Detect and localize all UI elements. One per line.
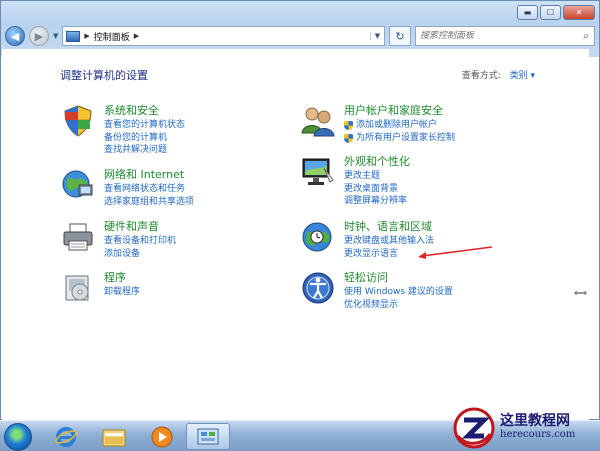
category-network-internet: 网络和 Internet 查看网络状态和任务 选择家庭组和共享选项	[60, 167, 194, 208]
view-by: 查看方式: 类别 ▾	[462, 68, 535, 81]
link-windows-recommended-settings[interactable]: 使用 Windows 建议的设置	[344, 286, 453, 299]
category-system-security: 系统和安全 查看您的计算机状态 备份您的计算机 查找并解决问题	[60, 103, 185, 157]
forward-button[interactable]: ▶	[29, 26, 49, 46]
programs-icon[interactable]	[60, 270, 96, 306]
link-text: 添加或删除用户帐户	[356, 120, 438, 130]
back-button[interactable]: ◀	[5, 26, 25, 46]
watermark: 这里教程网 herecours.com	[452, 405, 600, 451]
category-ease-of-access: 轻松访问 使用 Windows 建议的设置 优化视频显示	[300, 270, 453, 311]
link-change-theme[interactable]: 更改主题	[344, 170, 410, 183]
control-panel-icon	[197, 428, 219, 444]
shield-icon[interactable]	[60, 103, 96, 139]
category-title[interactable]: 网络和 Internet	[104, 167, 194, 182]
accessibility-icon[interactable]	[300, 270, 336, 306]
category-title[interactable]: 轻松访问	[344, 270, 453, 285]
taskbar-ie-button[interactable]	[44, 423, 88, 450]
taskbar-explorer-button[interactable]	[92, 423, 136, 450]
clock-globe-icon[interactable]	[300, 219, 336, 255]
link-view-computer-status[interactable]: 查看您的计算机状态	[104, 119, 185, 132]
control-panel-window: ▬ ☐ ✕ ◀ ▶ ▼ ▶ 控制面板 ▶ ▼ ↻ ⌕ 调整计算机的设置 查看方式…	[0, 0, 600, 420]
address-bar[interactable]: ▶ 控制面板 ▶ ▼	[62, 26, 385, 46]
breadcrumb-separator-icon[interactable]: ▶	[84, 32, 89, 40]
page-title: 调整计算机的设置	[60, 69, 148, 82]
network-globe-icon[interactable]	[60, 167, 96, 203]
link-backup-computer[interactable]: 备份您的计算机	[104, 132, 185, 145]
recent-pages-dropdown[interactable]: ▼	[53, 32, 58, 40]
category-user-accounts: 用户帐户和家庭安全 添加或删除用户帐户 为所有用户设置家长控制	[300, 103, 455, 144]
view-by-dropdown[interactable]: 类别 ▾	[510, 71, 535, 81]
link-find-fix-problems[interactable]: 查找并解决问题	[104, 144, 185, 157]
category-title[interactable]: 用户帐户和家庭安全	[344, 103, 455, 118]
address-dropdown-icon[interactable]: ▼	[370, 32, 384, 40]
search-input[interactable]	[420, 31, 578, 41]
monitor-icon[interactable]	[300, 154, 336, 190]
link-add-remove-accounts[interactable]: 添加或删除用户帐户	[344, 119, 455, 132]
minimize-button[interactable]: ▬	[517, 5, 538, 20]
taskbar-media-player-button[interactable]	[140, 423, 184, 450]
watermark-url: herecours.com	[500, 429, 576, 440]
back-arrow-icon: ◀	[10, 29, 20, 43]
link-view-network-status[interactable]: 查看网络状态和任务	[104, 183, 194, 196]
users-icon[interactable]	[300, 103, 336, 139]
annotation-arrow-icon	[418, 246, 493, 259]
main-content: 调整计算机的设置 查看方式: 类别 ▾ 系统和安全 查看您的计算机状态 备份您的…	[2, 49, 589, 420]
link-devices-printers[interactable]: 查看设备和打印机	[104, 235, 176, 248]
link-text: 为所有用户设置家长控制	[356, 132, 456, 143]
caption-buttons: ▬ ☐ ✕	[517, 5, 595, 20]
category-programs: 程序 卸载程序	[60, 270, 140, 306]
search-icon[interactable]: ⌕	[578, 31, 594, 42]
search-box[interactable]: ⌕	[415, 26, 595, 46]
media-player-icon	[151, 426, 173, 447]
forward-arrow-icon: ▶	[34, 29, 44, 43]
control-panel-icon	[66, 30, 81, 42]
link-screen-resolution[interactable]: 调整屏幕分辨率	[344, 195, 410, 208]
category-title[interactable]: 系统和安全	[104, 103, 185, 118]
breadcrumb-control-panel[interactable]: 控制面板	[94, 30, 130, 43]
watermark-title: 这里教程网	[500, 413, 570, 429]
category-clock-language-region: 时钟、语言和区域 更改键盘或其他输入法 更改显示语言	[300, 219, 434, 260]
link-parental-controls[interactable]: 为所有用户设置家长控制	[344, 132, 455, 145]
link-change-background[interactable]: 更改桌面背景	[344, 183, 410, 196]
site-logo-icon	[453, 407, 495, 449]
link-add-device[interactable]: 添加设备	[104, 248, 176, 261]
category-title[interactable]: 外观和个性化	[344, 154, 410, 169]
category-title[interactable]: 时钟、语言和区域	[344, 219, 434, 234]
category-title[interactable]: 硬件和声音	[104, 219, 176, 234]
category-title[interactable]: 程序	[104, 270, 140, 285]
close-button[interactable]: ✕	[563, 5, 595, 20]
resize-cursor-icon: ⟺	[574, 289, 587, 299]
navigation-bar: ◀ ▶ ▼ ▶ 控制面板 ▶ ▼ ↻ ⌕	[5, 24, 595, 48]
category-hardware-sound: 硬件和声音 查看设备和打印机 添加设备	[60, 219, 176, 260]
file-explorer-icon	[102, 429, 126, 446]
breadcrumb-separator-icon[interactable]: ▶	[134, 32, 139, 40]
link-uninstall-program[interactable]: 卸载程序	[104, 286, 140, 299]
start-orb-icon[interactable]	[4, 423, 32, 451]
refresh-button[interactable]: ↻	[389, 26, 411, 46]
printer-icon[interactable]	[60, 219, 96, 255]
category-appearance: 外观和个性化 更改主题 更改桌面背景 调整屏幕分辨率	[300, 154, 410, 208]
taskbar-control-panel-button[interactable]	[186, 423, 230, 450]
link-optimize-video-display[interactable]: 优化视频显示	[344, 299, 453, 312]
view-by-label: 查看方式:	[461, 71, 501, 81]
internet-explorer-icon	[55, 426, 77, 447]
uac-shield-icon	[344, 121, 353, 130]
maximize-button[interactable]: ☐	[540, 5, 561, 20]
uac-shield-icon	[344, 133, 353, 143]
link-homegroup-sharing[interactable]: 选择家庭组和共享选项	[104, 196, 194, 209]
refresh-icon: ↻	[395, 29, 405, 43]
